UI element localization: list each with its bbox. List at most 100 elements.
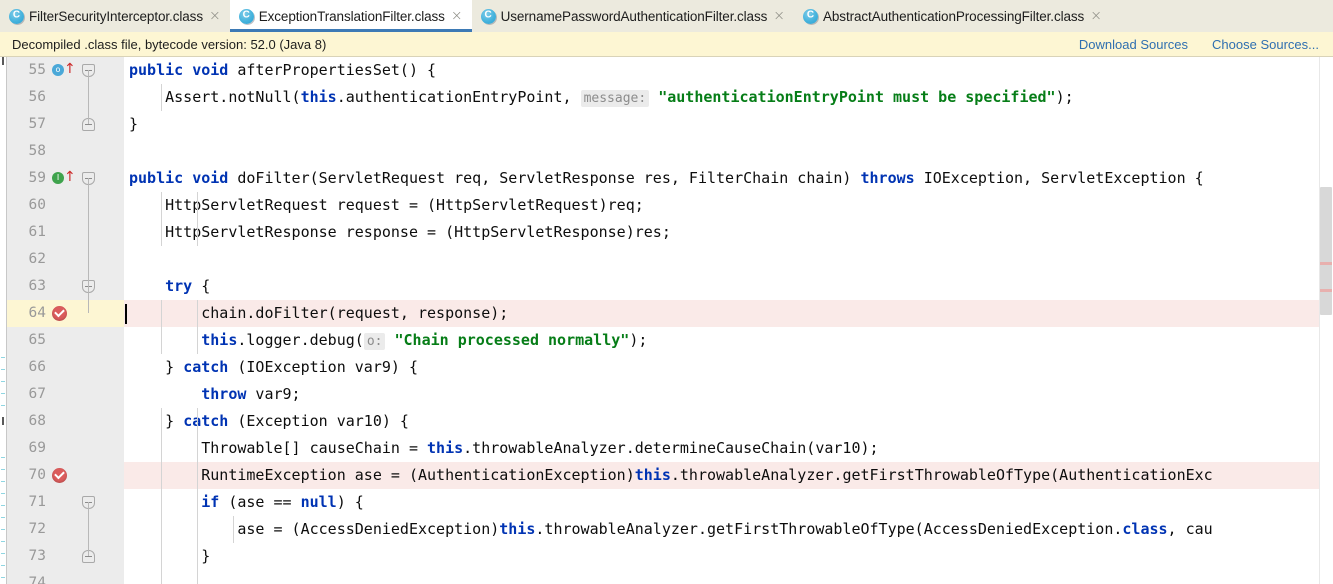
gutter-row[interactable]: 65	[7, 327, 124, 354]
code-text-area[interactable]: public void afterPropertiesSet() { Asser…	[124, 57, 1333, 584]
code-line[interactable]: throw var9;	[124, 381, 1333, 408]
editor-tab-filtersecurityinterceptor[interactable]: C FilterSecurityInterceptor.class ×	[0, 0, 230, 32]
gutter-row[interactable]: 63	[7, 273, 124, 300]
close-icon[interactable]: ×	[450, 9, 464, 23]
indent-guide	[197, 516, 198, 543]
gutter-row[interactable]: 70	[7, 462, 124, 489]
strip-tick	[1, 457, 5, 458]
close-icon[interactable]: ×	[208, 9, 222, 23]
code-line[interactable]: HttpServletResponse response = (HttpServ…	[124, 219, 1333, 246]
error-stripe-mark[interactable]	[1320, 289, 1332, 292]
keyword: public	[129, 61, 183, 79]
close-icon[interactable]: ×	[1089, 9, 1103, 23]
overridden-method-icon[interactable]: o↑	[52, 62, 69, 79]
indent-guide	[161, 84, 162, 111]
error-stripe-mark[interactable]	[1320, 262, 1332, 265]
gutter-row[interactable]: 68	[7, 408, 124, 435]
editor-tab-bar: C FilterSecurityInterceptor.class × C Ex…	[0, 0, 1333, 32]
editor-gutter[interactable]: 55o↑56575859 I↑ 60616263646566676869707172…	[7, 57, 124, 584]
indent-guide	[197, 300, 198, 327]
code-line[interactable]	[124, 138, 1333, 165]
code-line[interactable]	[124, 570, 1333, 584]
gutter-row[interactable]: 57	[7, 111, 124, 138]
notification-message: Decompiled .class file, bytecode version…	[12, 37, 1079, 52]
keyword: this	[201, 331, 237, 349]
keyword: public	[129, 169, 183, 187]
implemented-method-icon[interactable]: I↑	[52, 170, 69, 187]
gutter-row[interactable]: 74	[7, 570, 124, 584]
choose-sources-link[interactable]: Choose Sources...	[1212, 37, 1319, 52]
line-number: 63	[29, 273, 46, 300]
download-sources-link[interactable]: Download Sources	[1079, 37, 1188, 52]
strip-tick	[1, 481, 5, 482]
code-editor[interactable]: 55o↑56575859 I↑ 60616263646566676869707172…	[0, 57, 1333, 584]
line-number: 69	[29, 435, 46, 462]
close-icon[interactable]: ×	[772, 9, 786, 23]
indent-guide	[161, 543, 162, 570]
line-number: 59	[29, 165, 46, 192]
code-line[interactable]: } catch (Exception var10) {	[124, 408, 1333, 435]
keyword: throw	[201, 385, 246, 403]
gutter-row[interactable]: 61	[7, 219, 124, 246]
gutter-row[interactable]: 67	[7, 381, 124, 408]
editor-scrollbar[interactable]	[1319, 57, 1333, 584]
breakpoint-icon[interactable]	[52, 467, 69, 484]
strip-tick	[1, 553, 5, 554]
indent-guide	[161, 219, 162, 246]
gutter-row[interactable]: 72	[7, 516, 124, 543]
code-line[interactable]: Assert.notNull(this.authenticationEntryP…	[124, 84, 1333, 111]
gutter-row[interactable]: 73	[7, 543, 124, 570]
inlay-parameter-hint: o:	[364, 333, 386, 350]
line-number: 60	[29, 192, 46, 219]
line-number: 56	[29, 84, 46, 111]
gutter-row[interactable]: 64	[7, 300, 124, 327]
indent-guide	[161, 489, 162, 516]
indent-guide	[161, 408, 162, 435]
indent-guide	[197, 489, 198, 516]
strip-tick	[1, 393, 5, 394]
gutter-row[interactable]: 58	[7, 138, 124, 165]
code-line[interactable]: ase = (AccessDeniedException)this.throwa…	[124, 516, 1333, 543]
scrollbar-thumb[interactable]	[1320, 187, 1332, 315]
code-line[interactable]: }	[124, 111, 1333, 138]
line-number: 61	[29, 219, 46, 246]
indent-guide	[197, 543, 198, 570]
code-line[interactable]: chain.doFilter(request, response);	[124, 300, 1333, 327]
gutter-row[interactable]: 71	[7, 489, 124, 516]
indent-guide	[197, 570, 198, 584]
decompiled-notification-bar: Decompiled .class file, bytecode version…	[0, 32, 1333, 57]
code-line[interactable]: try {	[124, 273, 1333, 300]
gutter-row[interactable]: 62	[7, 246, 124, 273]
gutter-row[interactable]: 55o↑	[7, 57, 124, 84]
code-line[interactable]: this.logger.debug(o: "Chain processed no…	[124, 327, 1333, 354]
text-caret	[125, 304, 127, 324]
line-number: 58	[29, 138, 46, 165]
code-line[interactable]: HttpServletRequest request = (HttpServle…	[124, 192, 1333, 219]
breakpoint-icon[interactable]	[52, 305, 69, 322]
editor-tab-label: ExceptionTranslationFilter.class	[259, 9, 445, 24]
gutter-row[interactable]: 69	[7, 435, 124, 462]
gutter-row[interactable]: 59 I↑	[7, 165, 124, 192]
editor-tab-exceptiontranslationfilter[interactable]: C ExceptionTranslationFilter.class ×	[230, 0, 472, 32]
code-line[interactable]: Throwable[] causeChain = this.throwableA…	[124, 435, 1333, 462]
editor-tab-label: UsernamePasswordAuthenticationFilter.cla…	[501, 9, 768, 24]
indent-guide	[161, 435, 162, 462]
strip-tick	[1, 529, 5, 530]
editor-tab-usernamepasswordauthenticationfilter[interactable]: C UsernamePasswordAuthenticationFilter.c…	[472, 0, 794, 32]
gutter-row[interactable]: 66	[7, 354, 124, 381]
gutter-row[interactable]: 56	[7, 84, 124, 111]
code-line[interactable]: public void afterPropertiesSet() {	[124, 57, 1333, 84]
indent-guide	[161, 327, 162, 354]
code-line[interactable]	[124, 246, 1333, 273]
indent-guide	[161, 300, 162, 327]
code-line[interactable]: public void doFilter(ServletRequest req,…	[124, 165, 1333, 192]
code-line[interactable]: RuntimeException ase = (AuthenticationEx…	[124, 462, 1333, 489]
line-number: 64	[29, 300, 46, 327]
code-line[interactable]: }	[124, 543, 1333, 570]
code-line[interactable]: if (ase == null) {	[124, 489, 1333, 516]
gutter-row[interactable]: 60	[7, 192, 124, 219]
code-line[interactable]: } catch (IOException var9) {	[124, 354, 1333, 381]
line-number: 67	[29, 381, 46, 408]
editor-tab-abstractauthenticationprocessingfilter[interactable]: C AbstractAuthenticationProcessingFilter…	[794, 0, 1111, 32]
strip-tick	[2, 417, 4, 425]
